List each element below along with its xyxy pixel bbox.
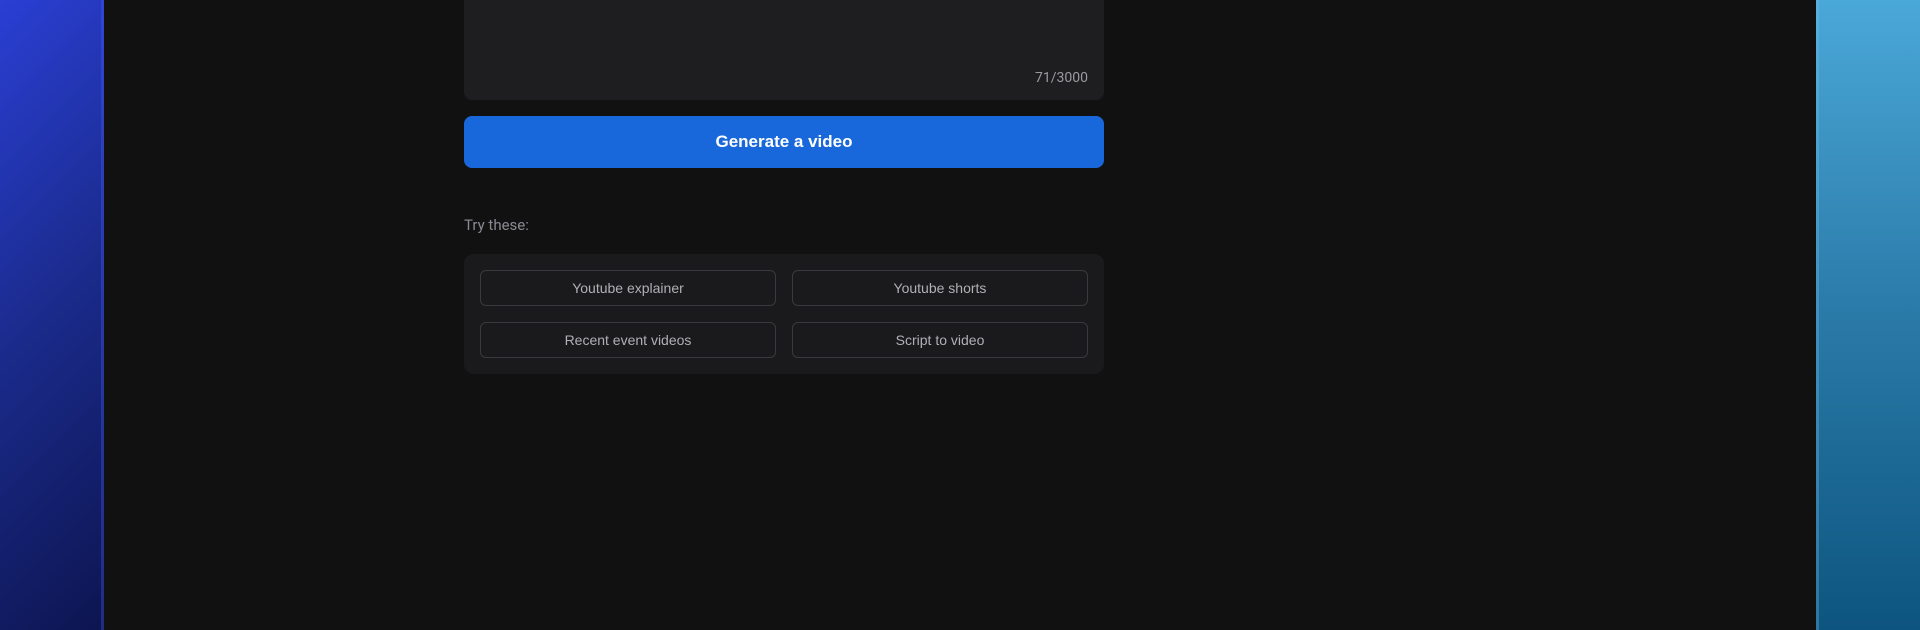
suggestions-panel: Youtube explainer Youtube shorts Recent … (464, 254, 1104, 374)
generate-video-button[interactable]: Generate a video (464, 116, 1104, 168)
suggestion-youtube-shorts[interactable]: Youtube shorts (792, 270, 1088, 306)
suggestion-recent-event-videos[interactable]: Recent event videos (480, 322, 776, 358)
suggestion-label: Youtube explainer (572, 280, 684, 296)
suggestion-script-to-video[interactable]: Script to video (792, 322, 1088, 358)
character-counter: 71/3000 (1035, 70, 1088, 86)
right-accent-bar (1816, 0, 1920, 630)
suggestion-label: Script to video (896, 332, 985, 348)
generate-button-label: Generate a video (715, 132, 852, 152)
main-panel: 71/3000 Generate a video Try these: Yout… (104, 0, 1816, 630)
prompt-textarea[interactable]: 71/3000 (464, 0, 1104, 100)
suggestion-label: Recent event videos (565, 332, 692, 348)
left-accent-bar (0, 0, 104, 630)
suggestion-youtube-explainer[interactable]: Youtube explainer (480, 270, 776, 306)
suggestions-heading: Try these: (464, 216, 1104, 234)
suggestion-label: Youtube shorts (894, 280, 987, 296)
